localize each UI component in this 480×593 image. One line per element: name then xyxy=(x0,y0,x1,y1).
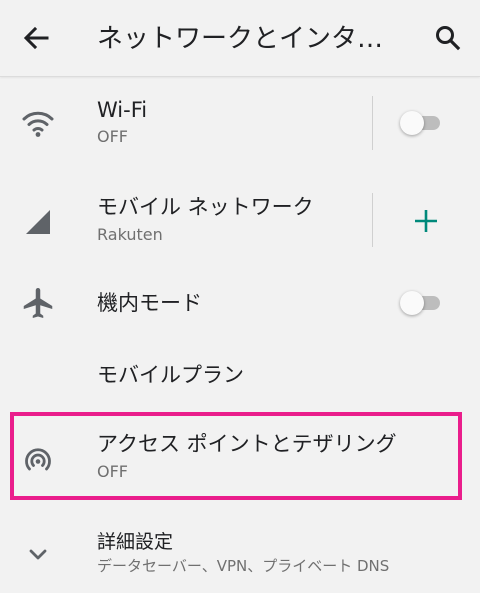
hotspot-status: OFF xyxy=(97,462,128,481)
search-button[interactable] xyxy=(430,20,466,56)
arrow-back-icon xyxy=(23,26,49,50)
wifi-status: OFF xyxy=(97,127,128,146)
toggle-thumb xyxy=(400,111,424,135)
plus-icon xyxy=(415,210,437,232)
airplane-mode-toggle[interactable] xyxy=(400,290,444,316)
search-icon xyxy=(436,26,461,51)
hotspot-tethering-row[interactable]: アクセス ポイントとテザリング OFF xyxy=(0,414,480,500)
advanced-settings-title: 詳細設定 xyxy=(97,531,174,553)
mobile-network-carrier: Rakuten xyxy=(97,225,163,244)
mobile-network-title: モバイル ネットワーク xyxy=(97,195,314,219)
hotspot-icon xyxy=(20,442,56,478)
wifi-icon xyxy=(20,106,56,142)
cell-signal-icon xyxy=(20,203,56,239)
app-bar: ネットワークとインタ… xyxy=(0,0,480,77)
wifi-toggle[interactable] xyxy=(400,110,444,136)
airplane-mode-row[interactable]: 機内モード xyxy=(0,271,480,339)
divider xyxy=(372,96,373,150)
mobile-plan-row[interactable]: モバイルプラン xyxy=(0,339,480,411)
mobile-plan-title: モバイルプラン xyxy=(97,363,244,387)
advanced-settings-summary: データセーバー、VPN、プライベート DNS xyxy=(97,557,390,575)
divider xyxy=(372,193,373,247)
mobile-network-row[interactable]: モバイル ネットワーク Rakuten xyxy=(0,173,480,271)
wifi-row[interactable]: Wi-Fi OFF xyxy=(0,76,480,173)
airplane-mode-title: 機内モード xyxy=(97,291,202,315)
chevron-down-icon xyxy=(20,536,56,572)
advanced-settings-row[interactable]: 詳細設定 データセーバー、VPN、プライベート DNS xyxy=(0,510,480,593)
page-title: ネットワークとインタ… xyxy=(97,24,384,54)
add-network-button[interactable] xyxy=(408,203,444,239)
hotspot-title: アクセス ポイントとテザリング xyxy=(97,432,397,456)
airplane-icon xyxy=(20,285,56,321)
back-button[interactable] xyxy=(18,20,54,56)
wifi-title: Wi-Fi xyxy=(97,98,148,122)
toggle-thumb xyxy=(400,291,424,315)
